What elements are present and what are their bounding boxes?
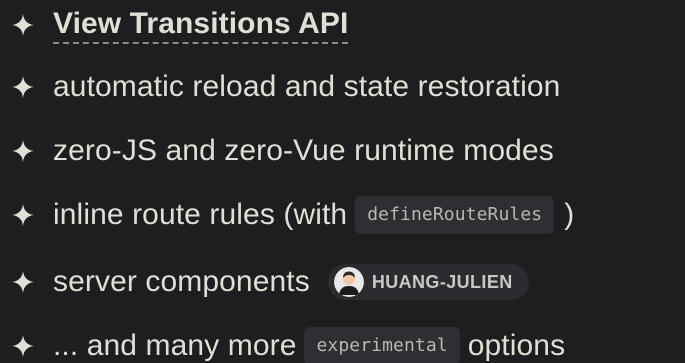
sparkle-icon — [12, 14, 34, 36]
sparkle-icon — [12, 204, 34, 226]
feature-list: View Transitions API automatic reload an… — [0, 0, 685, 363]
item-text: ... and many more — [53, 329, 297, 362]
list-item: ... and many more experimental options — [0, 322, 565, 363]
user-avatar-icon — [333, 267, 364, 297]
item-text: ) — [564, 198, 575, 231]
list-item: zero-JS and zero-Vue runtime modes — [0, 127, 554, 175]
item-text: inline route rules (with — [53, 198, 348, 231]
user-name: HUANG-JULIEN — [371, 271, 513, 292]
item-text: options — [467, 329, 566, 362]
item-text: zero-JS and zero-Vue runtime modes — [53, 134, 554, 167]
view-transitions-link[interactable]: View Transitions API — [53, 7, 349, 44]
list-item: View Transitions API — [0, 1, 349, 49]
sparkle-icon — [12, 140, 34, 162]
sparkle-icon — [12, 335, 34, 357]
list-item: inline route rules (with defineRouteRule… — [0, 191, 574, 239]
sparkle-icon — [12, 271, 34, 293]
item-text: automatic reload and state restoration — [53, 70, 561, 103]
list-item: automatic reload and state restoration — [0, 63, 560, 111]
user-badge[interactable]: HUANG-JULIEN — [327, 264, 529, 300]
sparkle-icon — [12, 76, 34, 98]
list-item: server components HUANG-JULIEN — [0, 258, 529, 306]
code-snippet: experimental — [304, 327, 460, 363]
code-snippet: defineRouteRules — [355, 196, 555, 234]
item-text: server components — [53, 265, 310, 298]
